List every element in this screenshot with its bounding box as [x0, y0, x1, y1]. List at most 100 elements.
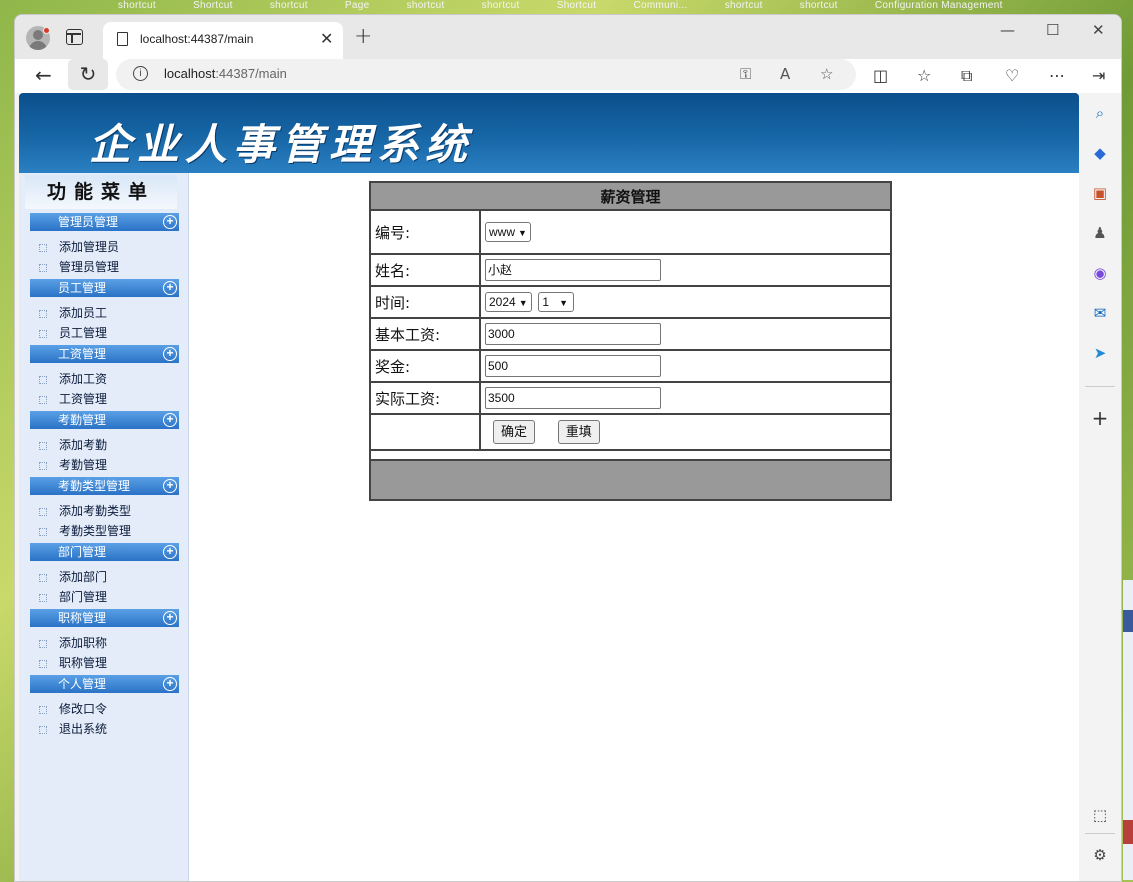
bullet-icon: [39, 507, 47, 516]
bullet-icon: [39, 593, 47, 602]
menu-group-title[interactable]: 职称管理 +: [30, 609, 179, 627]
maximize-icon[interactable]: ☐: [1046, 21, 1059, 39]
spacer-row: [369, 449, 892, 461]
background-window-peek: [1123, 580, 1133, 880]
menu-item-add-admin[interactable]: 添加管理员: [39, 238, 119, 255]
close-icon[interactable]: ✕: [320, 29, 333, 48]
gear-icon[interactable]: ⚙: [1090, 845, 1110, 865]
actual-salary-input[interactable]: 3500: [485, 387, 661, 409]
menu-item-salary-manage[interactable]: 工资管理: [39, 390, 107, 407]
add-icon[interactable]: +: [1090, 408, 1110, 428]
employee-id-select[interactable]: www ▼: [485, 222, 531, 242]
expand-icon[interactable]: +: [163, 281, 177, 295]
browser-tab[interactable]: localhost:44387/main ✕: [103, 22, 343, 59]
expand-icon[interactable]: +: [163, 611, 177, 625]
expand-icon[interactable]: +: [163, 215, 177, 229]
avatar-head: [33, 30, 43, 40]
bullet-icon: [39, 461, 47, 470]
menu-item-change-password[interactable]: 修改口令: [39, 700, 107, 717]
menu-item-title-manage[interactable]: 职称管理: [39, 654, 107, 671]
expand-icon[interactable]: +: [163, 677, 177, 691]
send-icon[interactable]: ➤: [1090, 343, 1110, 363]
sidebar-toggle-icon[interactable]: ⇥: [1092, 66, 1105, 85]
star-icon[interactable]: ☆: [820, 65, 833, 83]
expand-icon[interactable]: +: [163, 545, 177, 559]
month-select[interactable]: 1 ▼: [538, 292, 575, 312]
time-label: 时间:: [369, 285, 481, 319]
more-menu-icon[interactable]: ⋯: [1049, 66, 1065, 85]
favorites-icon[interactable]: ☆: [917, 66, 931, 85]
menu-item-attendance-type-manage[interactable]: 考勤类型管理: [39, 522, 131, 539]
desktop-label: shortcut: [481, 0, 520, 11]
footer-bar: [369, 459, 892, 501]
menu-item-add-salary[interactable]: 添加工资: [39, 370, 107, 387]
info-icon[interactable]: i: [133, 66, 148, 81]
menu-item-department-manage[interactable]: 部门管理: [39, 588, 107, 605]
expand-icon[interactable]: +: [163, 413, 177, 427]
bonus-row: 奖金: 500: [369, 349, 892, 383]
tools-icon[interactable]: ▣: [1090, 183, 1110, 203]
expand-icon[interactable]: +: [163, 479, 177, 493]
menu-item-add-title[interactable]: 添加职称: [39, 634, 107, 651]
menu-item-employee-manage[interactable]: 员工管理: [39, 324, 107, 341]
id-field-cell: www ▼: [479, 209, 892, 255]
split-screen-icon[interactable]: ◫: [873, 66, 888, 85]
menu-item-add-employee[interactable]: 添加员工: [39, 304, 107, 321]
buttons-cell: 确定 重填: [479, 413, 892, 451]
menu-group-salary[interactable]: 工资管理 +: [30, 345, 179, 363]
menu-item-logout[interactable]: 退出系统: [39, 720, 107, 737]
read-aloud-icon[interactable]: A: [780, 65, 790, 83]
menu-group-admin[interactable]: 管理员管理 +: [30, 213, 179, 231]
desktop-label: Shortcut: [193, 0, 233, 11]
reset-button[interactable]: 重填: [557, 420, 600, 444]
base-salary-input[interactable]: 3000: [485, 323, 661, 345]
menu-group-attendance[interactable]: 考勤管理 +: [30, 411, 179, 429]
screenshot-icon[interactable]: ⬚: [1090, 805, 1110, 825]
name-label: 姓名:: [369, 253, 481, 287]
tab-actions-icon[interactable]: [66, 29, 83, 45]
bullet-icon: [39, 309, 47, 318]
address-toolbar: ← ↻ i localhost:44387/main ⚿ A ☆ ◫ ☆ ⧉ ♡…: [15, 59, 1121, 93]
search-icon[interactable]: ⌕: [1090, 103, 1110, 123]
games-icon[interactable]: ♟: [1090, 223, 1110, 243]
shopping-tag-icon[interactable]: ◆: [1090, 143, 1110, 163]
bullet-icon: [39, 395, 47, 404]
bonus-input[interactable]: 500: [485, 355, 661, 377]
expand-icon[interactable]: +: [163, 347, 177, 361]
address-bar[interactable]: i localhost:44387/main ⚿ A ☆: [116, 59, 856, 90]
empty-cell: [369, 413, 481, 451]
menu-group-attendance-type[interactable]: 考勤类型管理 +: [30, 477, 179, 495]
year-select[interactable]: 2024 ▼: [485, 292, 532, 312]
bullet-icon: [39, 659, 47, 668]
header-banner: 企业人事管理系统: [19, 93, 1079, 173]
back-arrow-icon[interactable]: ←: [35, 63, 52, 87]
menu-item-add-attendance-type[interactable]: 添加考勤类型: [39, 502, 131, 519]
desktop-label: Configuration Management: [874, 0, 1003, 11]
menu-item-admin-manage[interactable]: 管理员管理: [39, 258, 119, 275]
desktop-label: shortcut: [406, 0, 445, 11]
peek-bar: [1123, 820, 1133, 844]
plus-icon[interactable]: +: [354, 24, 372, 49]
copilot-icon[interactable]: ◉: [1090, 263, 1110, 283]
menu-group-department[interactable]: 部门管理 +: [30, 543, 179, 561]
form-title: 薪资管理: [369, 181, 892, 211]
menu-group-personal[interactable]: 个人管理 +: [30, 675, 179, 693]
refresh-icon[interactable]: ↻: [68, 59, 108, 90]
bullet-icon: [39, 375, 47, 384]
outlook-icon[interactable]: ✉: [1090, 303, 1110, 323]
browser-essentials-icon[interactable]: ♡: [1005, 66, 1019, 85]
key-icon[interactable]: ⚿: [740, 65, 751, 83]
minimize-icon[interactable]: —: [1000, 21, 1015, 39]
collections-icon[interactable]: ⧉: [961, 66, 972, 86]
menu-item-attendance-manage[interactable]: 考勤管理: [39, 456, 107, 473]
menu-item-add-attendance[interactable]: 添加考勤: [39, 436, 107, 453]
name-input[interactable]: 小赵: [485, 259, 661, 281]
menu-item-add-department[interactable]: 添加部门: [39, 568, 107, 585]
menu-group-employee[interactable]: 员工管理 +: [30, 279, 179, 297]
bonus-label: 奖金:: [369, 349, 481, 383]
url-text[interactable]: localhost:44387/main: [164, 66, 287, 81]
submit-button[interactable]: 确定: [493, 420, 536, 444]
window-close-icon[interactable]: ✕: [1092, 21, 1105, 39]
bullet-icon: [39, 705, 47, 714]
web-page: 企业人事管理系统 功能菜单 管理员管理 + 添加管理员 管理员管理 员工管理 + 添…: [19, 93, 1079, 881]
